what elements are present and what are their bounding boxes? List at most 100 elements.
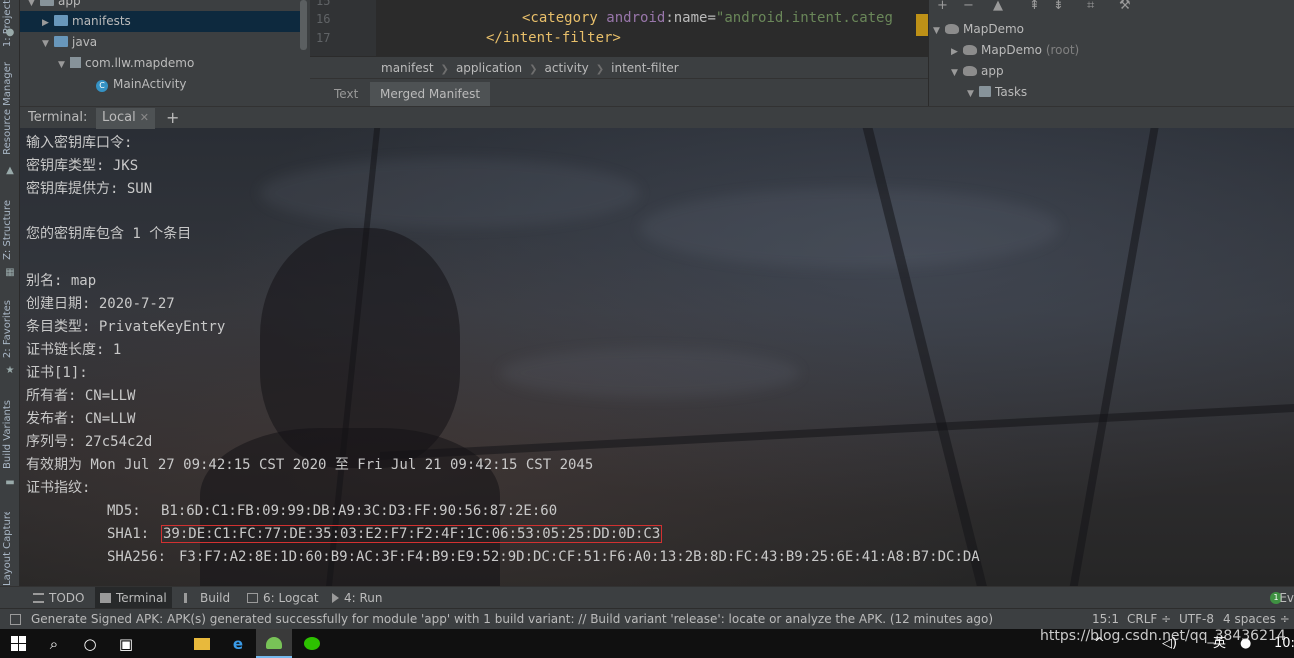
gradle-toolbar: + − ▲ ⇞ ⇟ ⌗ ⚒ bbox=[929, 0, 1294, 16]
project-tree-panel: ▼ app ▶ manifests ▼ java ▼ com.llw.mapdemo C… bbox=[20, 0, 310, 106]
chevron-down-icon: ▼ bbox=[58, 60, 65, 70]
file-explorer-icon[interactable] bbox=[184, 629, 220, 658]
tree-item-java[interactable]: ▼ java bbox=[42, 32, 97, 53]
gradle-elephant-icon bbox=[963, 45, 977, 55]
caret-position[interactable]: 15:1 bbox=[1092, 609, 1119, 629]
line-separator[interactable]: CRLF ÷ bbox=[1127, 609, 1171, 629]
tree-item-mainactivity[interactable]: C MainActivity bbox=[96, 74, 187, 95]
file-encoding[interactable]: UTF-8 bbox=[1179, 609, 1214, 629]
gradle-elephant-icon bbox=[963, 66, 977, 76]
status-bar: Generate Signed APK: APK(s) generated su… bbox=[0, 608, 1294, 629]
code-line-16: <category android:name="android.intent.c… bbox=[522, 10, 893, 26]
tab-merged-manifest[interactable]: Merged Manifest bbox=[370, 82, 491, 107]
collapse-all-icon[interactable]: ⇟ bbox=[1053, 0, 1064, 12]
gradle-item-tasks[interactable]: ▼ Tasks bbox=[967, 82, 1027, 103]
task-view-icon[interactable]: ▣ bbox=[108, 629, 144, 658]
sha1-highlight-box: 39:DE:C1:FC:77:DE:35:03:E2:F7:F2:4F:1C:0… bbox=[161, 525, 663, 543]
list-icon bbox=[33, 593, 44, 603]
tab-favorites[interactable]: 2: Favorites bbox=[2, 300, 13, 358]
star-icon: ★ bbox=[5, 365, 15, 376]
chevron-right-icon: ❯ bbox=[595, 64, 605, 75]
folder-icon bbox=[54, 15, 68, 26]
todo-button[interactable]: TODO bbox=[28, 587, 89, 609]
terminal-line: 密钥库提供方: SUN bbox=[26, 181, 153, 197]
module-folder-icon bbox=[40, 0, 54, 6]
terminal-line: 证书链长度: 1 bbox=[26, 342, 122, 358]
project-scrollbar[interactable] bbox=[300, 0, 307, 50]
terminal-icon bbox=[100, 593, 111, 603]
gradle-item-mapdemo-root[interactable]: ▶ MapDemo (root) bbox=[951, 40, 1079, 61]
chevron-right-icon: ❯ bbox=[529, 64, 538, 75]
tab-structure[interactable]: Z: Structure bbox=[2, 200, 13, 260]
tab-resource-manager[interactable]: Resource Manager bbox=[2, 62, 13, 155]
terminal-line: 证书[1]: bbox=[26, 365, 88, 381]
build-button[interactable]: Build bbox=[179, 587, 235, 609]
add-icon[interactable]: + bbox=[937, 0, 948, 12]
terminal-tab-local[interactable]: Local ✕ bbox=[96, 108, 155, 129]
terminal-title: Terminal: bbox=[28, 110, 88, 125]
breadcrumb-manifest[interactable]: manifest bbox=[381, 61, 434, 75]
terminal-header: Terminal: Local ✕ + bbox=[20, 106, 1294, 129]
tree-item-manifests[interactable]: ▶ manifests bbox=[20, 11, 306, 32]
terminal-line: 您的密钥库包含 1 个条目 bbox=[26, 226, 192, 242]
structure-icon: ▦ bbox=[5, 267, 15, 278]
terminal-line: 密钥库类型: JKS bbox=[26, 158, 139, 174]
android-studio-icon[interactable] bbox=[256, 629, 292, 658]
wrench-icon[interactable]: ⚒ bbox=[1119, 0, 1131, 12]
event-log-button[interactable]: Ev bbox=[1279, 587, 1294, 609]
tab-layout-captures[interactable]: Layout Captures bbox=[2, 512, 13, 586]
terminal-line: 有效期为 Mon Jul 27 09:42:15 CST 2020 至 Fri … bbox=[26, 457, 594, 473]
edge-browser-icon[interactable]: e bbox=[220, 629, 256, 658]
line-number: 16 bbox=[316, 12, 331, 26]
editor-gutter: 15 16 17 bbox=[310, 0, 376, 56]
breadcrumb-application[interactable]: application bbox=[456, 61, 522, 75]
breadcrumb-intent-filter[interactable]: intent-filter bbox=[611, 61, 679, 75]
indent-setting[interactable]: 4 spaces ÷ bbox=[1223, 609, 1290, 629]
wechat-icon[interactable] bbox=[294, 629, 330, 658]
tab-text[interactable]: Text bbox=[324, 82, 368, 107]
tab-project[interactable]: 1: Project bbox=[2, 0, 13, 47]
code-editor[interactable]: 15 16 17 <category android:name="android… bbox=[310, 0, 928, 56]
terminal-output[interactable]: 输入密钥库口令: 密钥库类型: JKS 密钥库提供方: SUN 您的密钥库包含 … bbox=[20, 128, 1294, 586]
expand-all-icon[interactable]: ⇞ bbox=[1029, 0, 1040, 12]
play-icon bbox=[332, 593, 339, 603]
line-number: 15 bbox=[316, 0, 331, 8]
chevron-down-icon: ▼ bbox=[42, 39, 49, 49]
tool-window-bar: TODO Terminal Build 6: Logcat 4: Run 1 E… bbox=[0, 586, 1294, 609]
close-icon[interactable]: ✕ bbox=[140, 111, 149, 124]
start-button[interactable] bbox=[0, 629, 36, 658]
chevron-down-icon: ▼ bbox=[951, 68, 958, 78]
gradle-item-mapdemo[interactable]: ▼ MapDemo bbox=[933, 19, 1024, 40]
gradle-item-app[interactable]: ▼ app bbox=[951, 61, 1004, 82]
new-terminal-tab-icon[interactable]: + bbox=[166, 108, 179, 127]
terminal-line: 别名: map bbox=[26, 273, 97, 289]
resource-manager-icon: ▲ bbox=[6, 165, 14, 176]
run-button[interactable]: 4: Run bbox=[327, 587, 388, 609]
tab-build-variants[interactable]: Build Variants bbox=[2, 400, 13, 469]
execute-task-icon[interactable]: ▲ bbox=[993, 0, 1003, 12]
terminal-line: 所有者: CN=LLW bbox=[26, 388, 136, 404]
tasks-folder-icon bbox=[979, 86, 991, 97]
status-message[interactable]: Generate Signed APK: APK(s) generated su… bbox=[31, 609, 993, 629]
offline-mode-icon[interactable]: ⌗ bbox=[1087, 0, 1094, 12]
windows-logo-icon bbox=[10, 636, 26, 651]
line-number: 17 bbox=[316, 31, 331, 45]
chevron-down-icon: ▼ bbox=[967, 89, 974, 99]
status-bar-toggle-icon[interactable] bbox=[10, 614, 21, 625]
remove-icon[interactable]: − bbox=[963, 0, 974, 12]
terminal-line: 证书指纹: bbox=[26, 480, 91, 496]
tree-item-package[interactable]: ▼ com.llw.mapdemo bbox=[58, 53, 194, 74]
cortana-icon[interactable]: ○ bbox=[72, 629, 108, 658]
terminal-line: 条目类型: PrivateKeyEntry bbox=[26, 319, 226, 335]
left-tool-stripe: 1: Project ● Resource Manager ▲ Z: Struc… bbox=[0, 0, 20, 586]
logcat-button[interactable]: 6: Logcat bbox=[242, 587, 324, 609]
fingerprint-sha1: SHA1: 39:DE:C1:FC:77:DE:35:03:E2:F7:F2:4F… bbox=[107, 525, 663, 543]
breadcrumb-activity[interactable]: activity bbox=[545, 61, 589, 75]
chevron-down-icon: ▼ bbox=[933, 26, 940, 36]
terminal-button[interactable]: Terminal bbox=[95, 587, 172, 609]
breadcrumb: manifest ❯ application ❯ activity ❯ intent-fil… bbox=[310, 56, 928, 78]
warning-marker[interactable] bbox=[916, 14, 928, 36]
search-icon[interactable]: ⌕ bbox=[36, 629, 72, 658]
code-line-17: </intent-filter> bbox=[486, 30, 621, 46]
package-icon bbox=[70, 57, 81, 68]
